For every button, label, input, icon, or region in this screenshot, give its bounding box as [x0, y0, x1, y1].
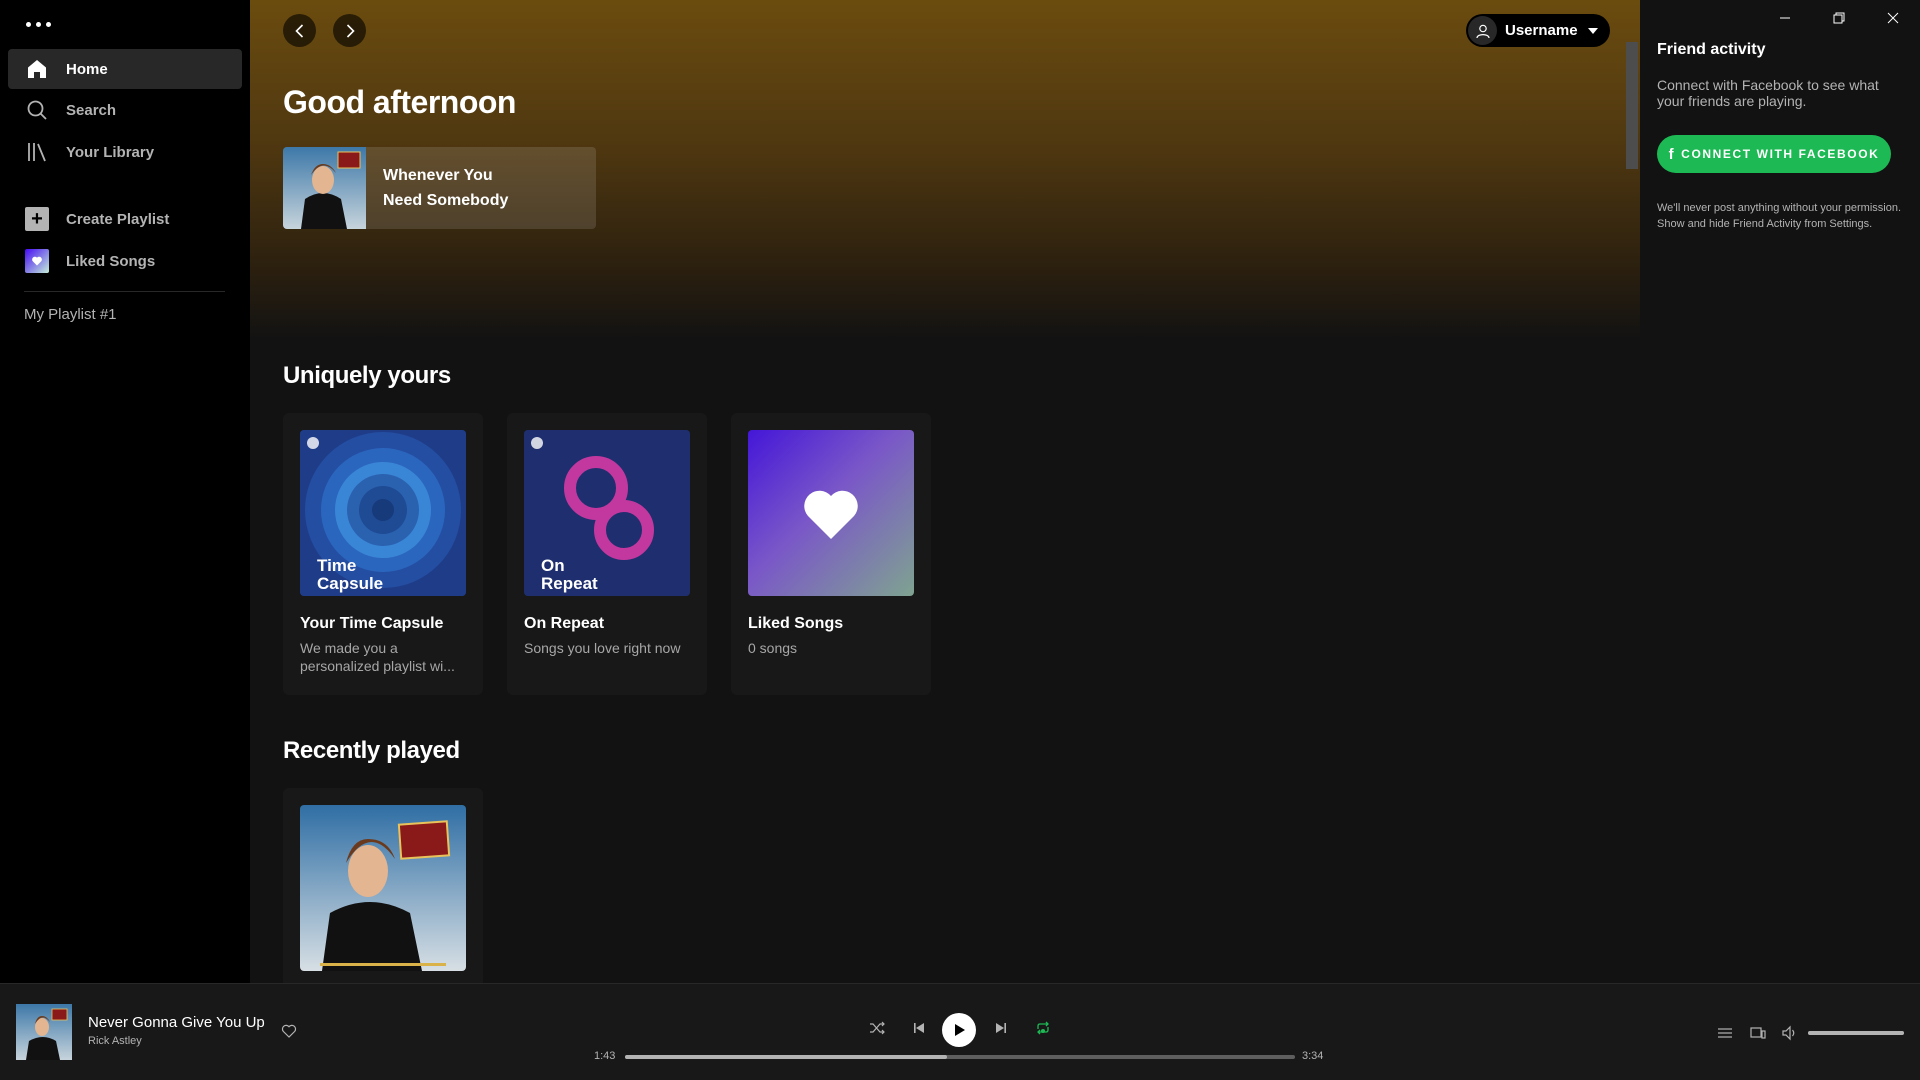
card-title: Liked Songs: [748, 615, 844, 632]
total-time: 3:34: [1302, 1050, 1324, 1062]
recent-album-cover: [300, 805, 466, 971]
liked-songs-label: Liked Songs: [66, 252, 156, 270]
queue-button[interactable]: [1715, 1023, 1735, 1043]
card-subtitle: Songs you love right now: [524, 640, 681, 656]
album-art: [283, 147, 366, 229]
create-playlist-button[interactable]: + Create Playlist: [8, 199, 242, 239]
friend-activity-note: We'll never post anything without your p…: [1657, 202, 1902, 230]
more-dots-icon[interactable]: [26, 22, 51, 27]
home-icon: [25, 57, 49, 81]
caret-down-icon: [1587, 27, 1598, 34]
progress-fill: [625, 1055, 947, 1059]
sidebar-divider: [24, 291, 225, 292]
window-controls: [1758, 0, 1920, 36]
search-icon: [25, 98, 49, 122]
devices-button[interactable]: [1748, 1023, 1768, 1043]
restore-icon: [1833, 12, 1845, 24]
restore-button[interactable]: [1812, 0, 1866, 36]
spotify-app: Home Search Your Library + Create Playli…: [0, 0, 1920, 1080]
close-icon: [1887, 12, 1899, 24]
section-recently-played-title: Recently played: [283, 737, 460, 764]
playback-progress-bar[interactable]: [625, 1055, 1295, 1059]
liked-songs-cover: [748, 430, 914, 596]
section-uniquely-yours-title: Uniquely yours: [283, 362, 451, 389]
on-repeat-cover: On Repeat: [524, 430, 690, 596]
shortcut-title: Whenever You Need Somebody: [383, 167, 509, 209]
card-title: Your Time Capsule: [300, 615, 444, 632]
card-time-capsule[interactable]: Time Capsule Your Time Capsule We made y…: [283, 413, 483, 695]
chevron-left-icon: [294, 23, 303, 38]
heart-icon: [804, 490, 858, 539]
now-playing-album-art[interactable]: [16, 1004, 72, 1060]
spotify-logo-icon: [531, 437, 543, 449]
greeting-heading: Good afternoon: [283, 84, 516, 120]
like-heart-icon[interactable]: [281, 1023, 297, 1039]
on-repeat-cover-label: On Repeat: [541, 556, 598, 593]
card-recently-played-album[interactable]: [283, 788, 483, 983]
liked-songs-button[interactable]: Liked Songs: [8, 241, 242, 281]
close-button[interactable]: [1866, 0, 1920, 36]
minimize-icon: [1780, 17, 1790, 19]
facebook-icon: f: [1668, 145, 1676, 163]
heart-icon: [25, 249, 49, 273]
volume-icon: [1782, 1025, 1795, 1041]
main-scrollbar[interactable]: [1626, 42, 1638, 169]
minimize-button[interactable]: [1758, 0, 1812, 36]
track-artist[interactable]: Rick Astley: [88, 1035, 142, 1047]
shuffle-icon: [870, 1021, 885, 1035]
track-title[interactable]: Never Gonna Give You Up: [88, 1014, 265, 1031]
repeat-active-dot: [1041, 1029, 1045, 1033]
spotify-logo-icon: [307, 437, 319, 449]
main-view: Username Good afternoon Whenever You Nee…: [250, 0, 1640, 983]
volume-slider[interactable]: [1808, 1031, 1904, 1035]
album-art: [300, 805, 466, 971]
create-playlist-label: Create Playlist: [66, 210, 170, 228]
play-button[interactable]: [942, 1013, 976, 1047]
skip-back-icon: [914, 1023, 924, 1033]
now-playing-bar: Never Gonna Give You Up Rick Astley 1:43…: [0, 983, 1920, 1080]
card-liked-songs[interactable]: Liked Songs 0 songs: [731, 413, 931, 695]
friend-activity-panel: Friend activity Connect with Facebook to…: [1640, 0, 1920, 983]
back-button[interactable]: [283, 14, 316, 47]
volume-fill: [1808, 1031, 1904, 1035]
elapsed-time: 1:43: [594, 1050, 616, 1062]
devices-icon: [1750, 1027, 1766, 1039]
friend-activity-title: Friend activity: [1657, 41, 1766, 58]
previous-button[interactable]: [903, 1012, 935, 1044]
plus-icon: +: [25, 207, 49, 231]
chevron-right-icon: [346, 23, 355, 38]
sidebar: Home Search Your Library + Create Playli…: [0, 0, 250, 983]
nav-search-label: Search: [66, 101, 117, 119]
volume-button[interactable]: [1780, 1023, 1800, 1043]
username: Username: [1505, 22, 1578, 39]
connect-facebook-button[interactable]: f CONNECT WITH FACEBOOK: [1657, 135, 1891, 173]
user-menu-button[interactable]: Username: [1466, 14, 1610, 47]
nav-library-label: Your Library: [66, 143, 155, 161]
friend-activity-text: Connect with Facebook to see what your f…: [1657, 77, 1879, 109]
connect-facebook-label: CONNECT WITH FACEBOOK: [1681, 147, 1880, 161]
repeat-icon: [1037, 1021, 1049, 1035]
library-icon: [25, 140, 49, 164]
shortcut-whenever-you-need-somebody[interactable]: Whenever You Need Somebody: [283, 147, 596, 229]
nav-home-label: Home: [66, 60, 108, 78]
nav-search[interactable]: Search: [8, 90, 242, 130]
skip-forward-icon: [996, 1023, 1006, 1033]
nav-home[interactable]: Home: [8, 49, 242, 89]
shuffle-button[interactable]: [861, 1012, 893, 1044]
sidebar-playlist-item[interactable]: My Playlist #1: [24, 306, 117, 323]
nav-library[interactable]: Your Library: [8, 132, 242, 172]
user-icon: [1468, 16, 1497, 45]
time-capsule-cover-label: Time Capsule: [317, 556, 384, 593]
time-capsule-cover: Time Capsule: [300, 430, 466, 596]
next-button[interactable]: [985, 1012, 1017, 1044]
card-on-repeat[interactable]: On Repeat On Repeat Songs you love right…: [507, 413, 707, 695]
card-subtitle: We made you a personalized playlist wi..…: [300, 640, 455, 674]
card-subtitle: 0 songs: [748, 640, 798, 656]
repeat-button[interactable]: [1027, 1012, 1059, 1044]
queue-icon: [1718, 1028, 1732, 1038]
play-icon: [955, 1024, 965, 1036]
card-title: On Repeat: [524, 615, 605, 632]
forward-button[interactable]: [333, 14, 366, 47]
